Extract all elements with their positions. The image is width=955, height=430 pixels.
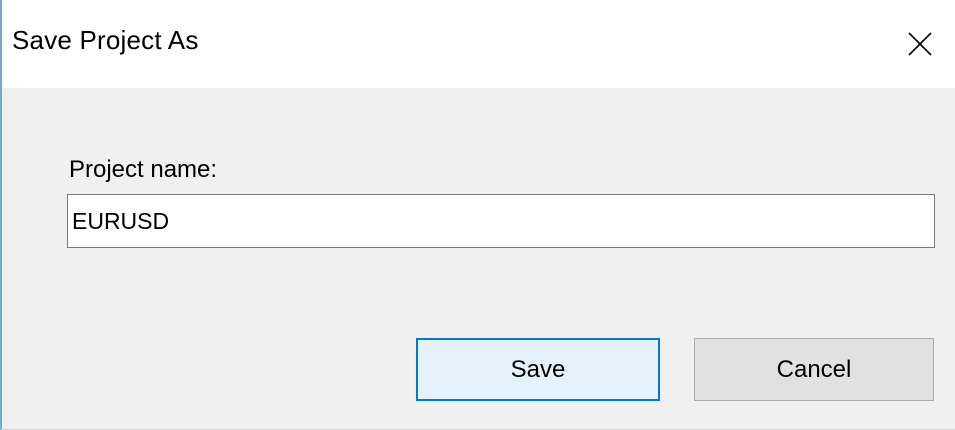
save-project-dialog: Save Project As Project name: Save Cance… <box>0 0 955 430</box>
project-name-input[interactable] <box>67 194 935 248</box>
project-name-label: Project name: <box>69 156 218 183</box>
dialog-content: Project name: Save Cancel <box>2 88 955 430</box>
title-bar: Save Project As <box>2 0 955 88</box>
close-button[interactable] <box>885 0 955 88</box>
save-button[interactable]: Save <box>416 338 660 401</box>
dialog-title: Save Project As <box>12 25 199 55</box>
cancel-button[interactable]: Cancel <box>694 338 934 401</box>
close-icon <box>908 32 932 56</box>
